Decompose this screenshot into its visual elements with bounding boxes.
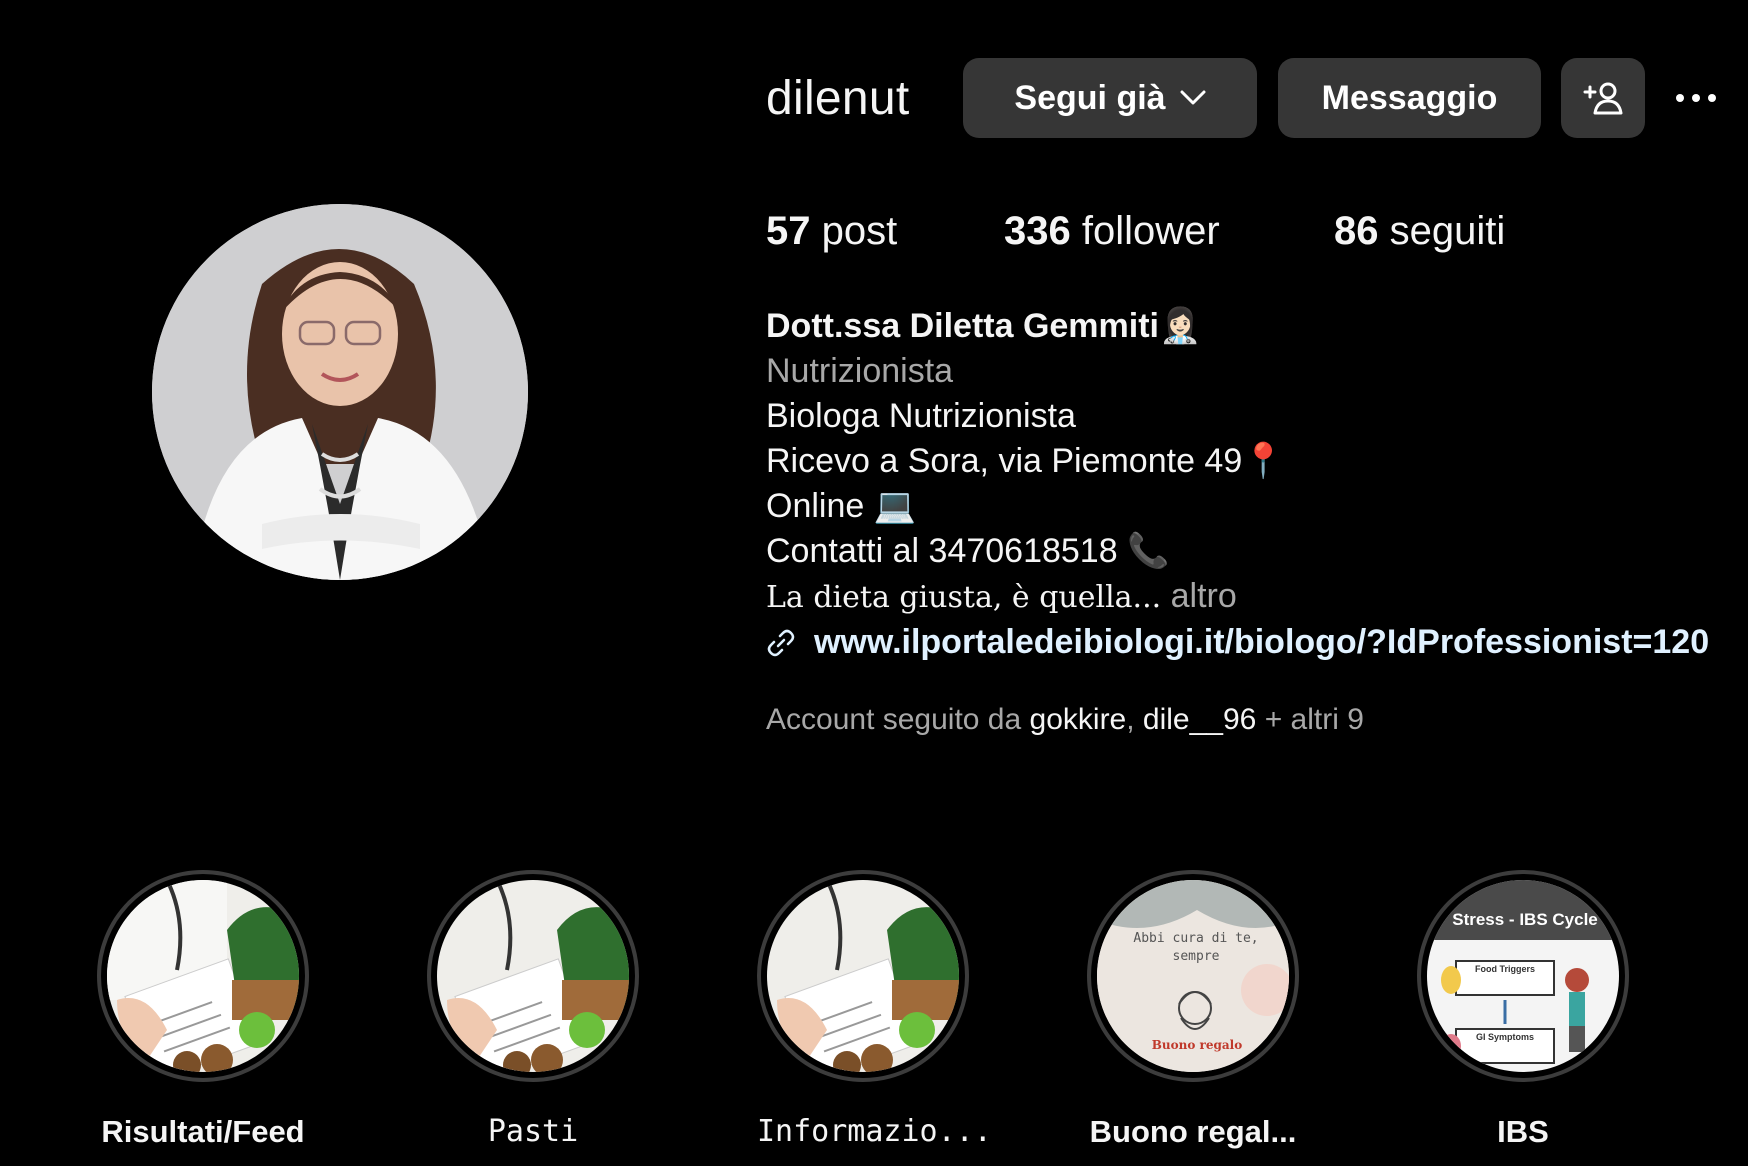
- following-link[interactable]: 86 seguiti: [1334, 206, 1505, 256]
- bio-line: Online 💻: [766, 487, 917, 525]
- bio-line: Ricevo a Sora, via Piemonte 49📍: [766, 442, 1285, 480]
- suggest-user-button[interactable]: [1561, 58, 1645, 138]
- more-options-button[interactable]: [1676, 80, 1732, 116]
- highlight-cover-text: Abbi cura di te, sempre: [1133, 931, 1259, 964]
- bio-link[interactable]: www.ilportaledeibiologi.it/biologo/?IdPr…: [766, 620, 1709, 665]
- profile-photo: [152, 204, 528, 580]
- person-plus-icon: [1583, 82, 1623, 115]
- highlight-label: Informazio...: [757, 1114, 992, 1149]
- bio-line: Biologa Nutrizionista: [766, 397, 1076, 435]
- highlight-label: IBS: [1497, 1114, 1549, 1149]
- highlight-cover: Stress - IBS Cycle Food Triggers GI Symp…: [1427, 880, 1619, 1072]
- highlight-ibs[interactable]: Stress - IBS Cycle Food Triggers GI Symp…: [1417, 870, 1629, 1150]
- message-button[interactable]: Messaggio: [1278, 58, 1541, 138]
- mutual-follower[interactable]: gokkire: [1030, 703, 1127, 736]
- link-icon: [767, 629, 795, 656]
- profile-avatar[interactable]: [152, 204, 528, 580]
- highlight-ring: Stress - IBS Cycle Food Triggers GI Symp…: [1417, 870, 1629, 1082]
- highlight-cover: Abbi cura di te, sempre Buono regalo: [1097, 880, 1289, 1072]
- highlight-buono-regalo[interactable]: Abbi cura di te, sempre Buono regalo Buo…: [1087, 870, 1299, 1150]
- more-icon: [1676, 94, 1684, 102]
- highlight-pasti[interactable]: Pasti: [427, 870, 639, 1149]
- highlight-informazioni[interactable]: Informazio...: [757, 870, 992, 1149]
- highlight-label: Buono regal...: [1089, 1114, 1297, 1149]
- bio-teaser: La dieta giusta, è quella...: [766, 580, 1162, 615]
- profile-username: dilenut: [766, 72, 910, 125]
- bio-line: Contatti al 3470618518 📞: [766, 532, 1170, 570]
- posts-count: 57 post: [766, 209, 898, 253]
- mutual-follower[interactable]: dile__96: [1143, 703, 1256, 736]
- highlight-cover: [107, 880, 299, 1072]
- profile-bio: Dott.ssa Diletta Gemmiti👩🏻‍⚕️ Nutrizioni…: [766, 304, 1709, 665]
- more-bio-link[interactable]: altro: [1171, 577, 1237, 615]
- bio-link-text: www.ilportaledeibiologi.it/biologo/?IdPr…: [814, 623, 1710, 661]
- highlight-risultati-feed[interactable]: Risultati/Feed: [97, 870, 309, 1150]
- bio-teaser-row: La dieta giusta, è quella... altro: [766, 574, 1709, 620]
- highlight-cover: [767, 880, 959, 1072]
- highlight-cover: [437, 880, 629, 1072]
- highlight-ring: [97, 870, 309, 1082]
- chevron-down-icon: [1180, 90, 1206, 105]
- highlight-ring: [757, 870, 969, 1082]
- message-button-label: Messaggio: [1321, 78, 1498, 117]
- full-name: Dott.ssa Diletta Gemmiti👩🏻‍⚕️: [766, 307, 1202, 345]
- highlight-label: Pasti: [487, 1114, 579, 1149]
- followed-by[interactable]: Account seguito da gokkire, dile__96 + a…: [766, 703, 1364, 737]
- category-label: Nutrizionista: [766, 352, 954, 390]
- following-button-label: Segui già: [1014, 78, 1166, 117]
- highlight-label: Risultati/Feed: [101, 1114, 305, 1149]
- highlight-cover-footer: Buono regalo: [1151, 1038, 1243, 1052]
- followers-link[interactable]: 336 follower: [1004, 206, 1220, 256]
- highlight-ring: [427, 870, 639, 1082]
- highlight-ring: Abbi cura di te, sempre Buono regalo: [1087, 870, 1299, 1082]
- following-button[interactable]: Segui già: [963, 58, 1257, 138]
